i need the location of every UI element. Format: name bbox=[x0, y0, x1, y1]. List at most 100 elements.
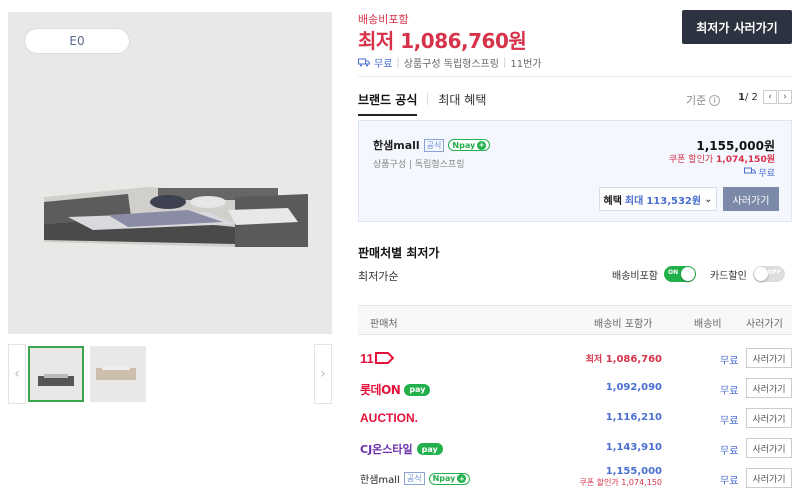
coupon-price: 쿠폰 할인가 1,074,150 bbox=[579, 477, 662, 488]
row-buy-button[interactable]: 사러가기 bbox=[746, 348, 792, 368]
row-buy-button[interactable]: 사러가기 bbox=[746, 378, 792, 398]
coupon-label: 쿠폰 할인가 bbox=[579, 478, 619, 487]
table-row: AUCTION. 1,116,210 무료 사러가기 bbox=[358, 403, 792, 433]
thumbnail-1[interactable] bbox=[28, 346, 84, 402]
row-shipping: 무료 bbox=[720, 446, 739, 457]
row-buy-button[interactable]: 사러가기 bbox=[746, 468, 792, 488]
thumb-prev-button[interactable]: ‹ bbox=[8, 344, 26, 404]
official-badge: 공식 bbox=[423, 138, 445, 152]
npay-label: pay bbox=[439, 474, 456, 483]
pager-next-button[interactable]: › bbox=[778, 90, 792, 104]
offer-buy-button[interactable]: 사러가기 bbox=[723, 187, 779, 211]
pager-current: 1 bbox=[738, 92, 745, 103]
price-value: 1,155,000 bbox=[605, 466, 662, 477]
hanssem-name: 한샘mall bbox=[360, 475, 400, 486]
featured-offer: 한샘mall 공식 Npay + 상품구성 | 독립형스프링 1,155,000원… bbox=[358, 120, 792, 222]
toggle-state-off: OFF bbox=[767, 269, 781, 276]
header-buy: 사러가기 bbox=[746, 319, 783, 330]
row-buy-button[interactable]: 사러가기 bbox=[746, 408, 792, 428]
row-shipping: 무료 bbox=[720, 476, 739, 487]
lotteon-logo: 롯데ON bbox=[360, 383, 401, 397]
benefit-value: 113,532원 bbox=[646, 195, 702, 207]
thumbnail-strip: ‹ › bbox=[8, 344, 332, 404]
coupon-value: 1,074,150 bbox=[621, 478, 662, 487]
info-icon: i bbox=[709, 94, 721, 106]
seller-11st-logo[interactable]: 11 bbox=[360, 351, 394, 365]
bed-image bbox=[44, 187, 308, 247]
header-shipping: 배송비 bbox=[694, 319, 722, 330]
npay-plus-badge: Npay + bbox=[448, 139, 491, 151]
pager-prev-button[interactable]: ‹ bbox=[763, 90, 777, 104]
toggle-knob bbox=[753, 267, 768, 281]
seller-table: 판매처 배송비 포함가 배송비 사러가기 11 최저 1,086,760 무료 … bbox=[358, 305, 792, 493]
card-toggle-group: 카드할인 OFF bbox=[710, 266, 785, 282]
offer-spec: 상품구성 | 독립형스프링 bbox=[373, 160, 465, 170]
tab-brand-official[interactable]: 브랜드 공식 bbox=[358, 91, 418, 116]
shipping-toggle-group: 배송비포함 ON bbox=[612, 266, 696, 282]
benefit-label: 혜택 bbox=[603, 195, 622, 207]
benefit-prefix: 최대 bbox=[624, 195, 644, 207]
summary-meta: 무료 | 상품구성 독립형스프링 | 11번가 bbox=[358, 55, 541, 70]
seller-lotteon[interactable]: 롯데ON pay bbox=[360, 381, 431, 398]
meta-separator: | bbox=[396, 57, 400, 68]
plus-icon: + bbox=[457, 474, 467, 483]
official-badge: 공식 bbox=[403, 472, 425, 485]
lowest-price: 최저 1,086,760원 bbox=[358, 29, 527, 53]
toggle-knob bbox=[681, 267, 695, 281]
coupon-label: 쿠폰 할인가 bbox=[668, 155, 714, 165]
row-shipping: 무료 bbox=[720, 356, 739, 367]
seller-cjonstyle[interactable]: CJ온스타일 pay bbox=[360, 441, 443, 457]
chevron-down-icon: ⌄ bbox=[704, 193, 713, 205]
offer-mall-name: 한샘mall bbox=[373, 139, 420, 152]
row-price: 1,155,000 쿠폰 할인가 1,074,150 bbox=[579, 466, 662, 488]
divider bbox=[358, 76, 792, 77]
row-buy-button[interactable]: 사러가기 bbox=[746, 438, 792, 458]
thumb-bed-dark bbox=[38, 374, 74, 386]
sort-lowest[interactable]: 최저가순 bbox=[358, 268, 398, 284]
coupon-price: 1,074,150원 bbox=[716, 155, 775, 165]
table-row: 한샘mall 공식 Npay + 1,155,000 쿠폰 할인가 1,074,1… bbox=[358, 463, 792, 493]
thumb-next-button[interactable]: › bbox=[314, 344, 332, 404]
seller-auction[interactable]: AUCTION. bbox=[360, 411, 418, 425]
offer-mall: 한샘mall 공식 Npay + bbox=[373, 137, 491, 153]
price-lowest-prefix: 최저 bbox=[585, 355, 603, 365]
card-toggle[interactable]: OFF bbox=[752, 266, 785, 282]
tab-max-benefit[interactable]: 최대 혜택 bbox=[438, 91, 486, 116]
pager-total: / 2 bbox=[744, 92, 758, 103]
pager-label: 1/ 2 bbox=[738, 92, 758, 103]
main-product-image: E0 bbox=[8, 12, 332, 334]
table-header: 판매처 배송비 포함가 배송비 사러가기 bbox=[358, 305, 792, 335]
shipping-toggle[interactable]: ON bbox=[664, 266, 696, 282]
plus-icon: + bbox=[477, 140, 487, 150]
card-toggle-label: 카드할인 bbox=[710, 270, 747, 282]
npay-label: pay bbox=[459, 140, 476, 150]
tab-separator bbox=[427, 93, 429, 105]
eleventh-street-logo: 11 bbox=[360, 351, 394, 365]
truck-icon bbox=[358, 58, 370, 67]
auction-logo: AUCTION. bbox=[360, 411, 418, 425]
offer-coupon: 쿠폰 할인가 1,074,150원 bbox=[669, 152, 775, 165]
product-config: 상품구성 독립형스프링 bbox=[403, 59, 499, 70]
npay-badge: pay bbox=[416, 443, 443, 455]
header-price: 배송비 포함가 bbox=[594, 319, 653, 330]
truck-icon bbox=[743, 167, 756, 174]
row-shipping: 무료 bbox=[720, 386, 739, 397]
svg-text:11: 11 bbox=[360, 351, 374, 365]
toggle-state-on: ON bbox=[668, 269, 679, 276]
seller-hanssem[interactable]: 한샘mall 공식 Npay + bbox=[360, 471, 471, 486]
npay-badge: pay bbox=[404, 383, 431, 396]
offer-shipping: 무료 bbox=[743, 166, 775, 179]
table-row: CJ온스타일 pay 1,143,910 무료 사러가기 bbox=[358, 433, 792, 463]
lowest-buy-button[interactable]: 최저가 사러가기 bbox=[682, 10, 792, 44]
criteria-info[interactable]: 기준 i bbox=[686, 92, 721, 108]
meta-separator: | bbox=[502, 57, 507, 68]
price-value: 1,086,760 bbox=[605, 354, 662, 365]
row-price: 1,143,910 bbox=[605, 442, 662, 453]
cjonstyle-logo: CJ온스타일 bbox=[360, 443, 413, 456]
thumbnail-2[interactable] bbox=[90, 346, 146, 402]
thumb-bed-light bbox=[96, 366, 136, 380]
offer-shipping-text: 무료 bbox=[758, 169, 775, 179]
row-price: 1,116,210 bbox=[605, 412, 662, 423]
benefit-dropdown[interactable]: 혜택 최대 113,532원 ⌄ bbox=[599, 187, 717, 211]
sellers-title: 판매처별 최저가 bbox=[358, 246, 440, 260]
